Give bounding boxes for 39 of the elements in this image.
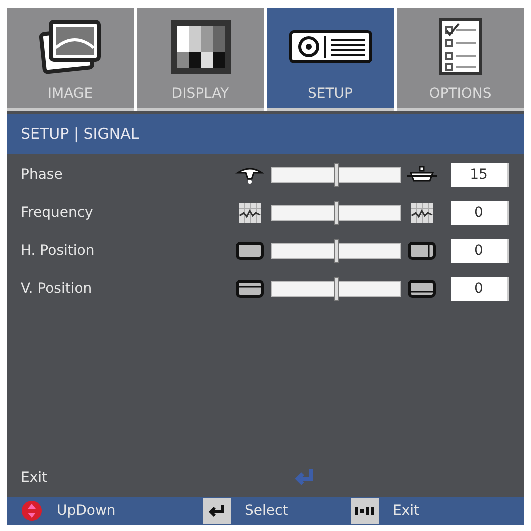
setting-label: H. Position <box>20 242 96 258</box>
phase-icon <box>407 164 437 184</box>
menu-tab[interactable]: IMAGE <box>7 8 134 111</box>
slider[interactable] <box>271 162 401 186</box>
setting-label: V. Position <box>20 280 94 296</box>
waveform-icon <box>238 202 262 224</box>
hint-label: UpDown <box>57 503 116 519</box>
projector-icon <box>288 30 372 64</box>
key-icon <box>351 498 379 524</box>
screen-icon <box>408 280 436 298</box>
slider-thumb[interactable] <box>334 276 339 300</box>
setting-label: Phase <box>20 166 64 182</box>
hint-label: Exit <box>393 503 420 519</box>
value-field: 0 <box>451 276 509 300</box>
image-icon <box>38 18 102 76</box>
value-field: 0 <box>451 200 509 224</box>
slider[interactable] <box>271 200 401 224</box>
value-field: 15 <box>451 162 509 186</box>
screen-icon <box>236 242 264 260</box>
section-header: SETUP | SIGNAL <box>7 114 524 154</box>
menu-tab[interactable]: SETUP <box>267 8 394 111</box>
menu-tab[interactable]: DISPLAY <box>137 8 264 111</box>
slider-thumb[interactable] <box>334 162 339 186</box>
slider[interactable] <box>271 238 401 262</box>
slider[interactable] <box>271 276 401 300</box>
screen-icon <box>236 280 264 298</box>
menu-tab[interactable]: OPTIONS <box>397 8 524 111</box>
hint-label: Select <box>245 503 288 519</box>
value-field: 0 <box>451 238 509 262</box>
checklist-icon <box>438 18 482 76</box>
test-pattern-icon <box>168 18 232 76</box>
enter-key-icon <box>203 498 231 524</box>
slider-thumb[interactable] <box>334 200 339 224</box>
slider-thumb[interactable] <box>334 238 339 262</box>
exit-item[interactable]: Exit <box>7 470 291 486</box>
updown-icon <box>21 500 43 522</box>
setting-label: Frequency <box>20 204 94 220</box>
screen-icon <box>408 242 436 260</box>
waveform-icon <box>410 202 434 224</box>
